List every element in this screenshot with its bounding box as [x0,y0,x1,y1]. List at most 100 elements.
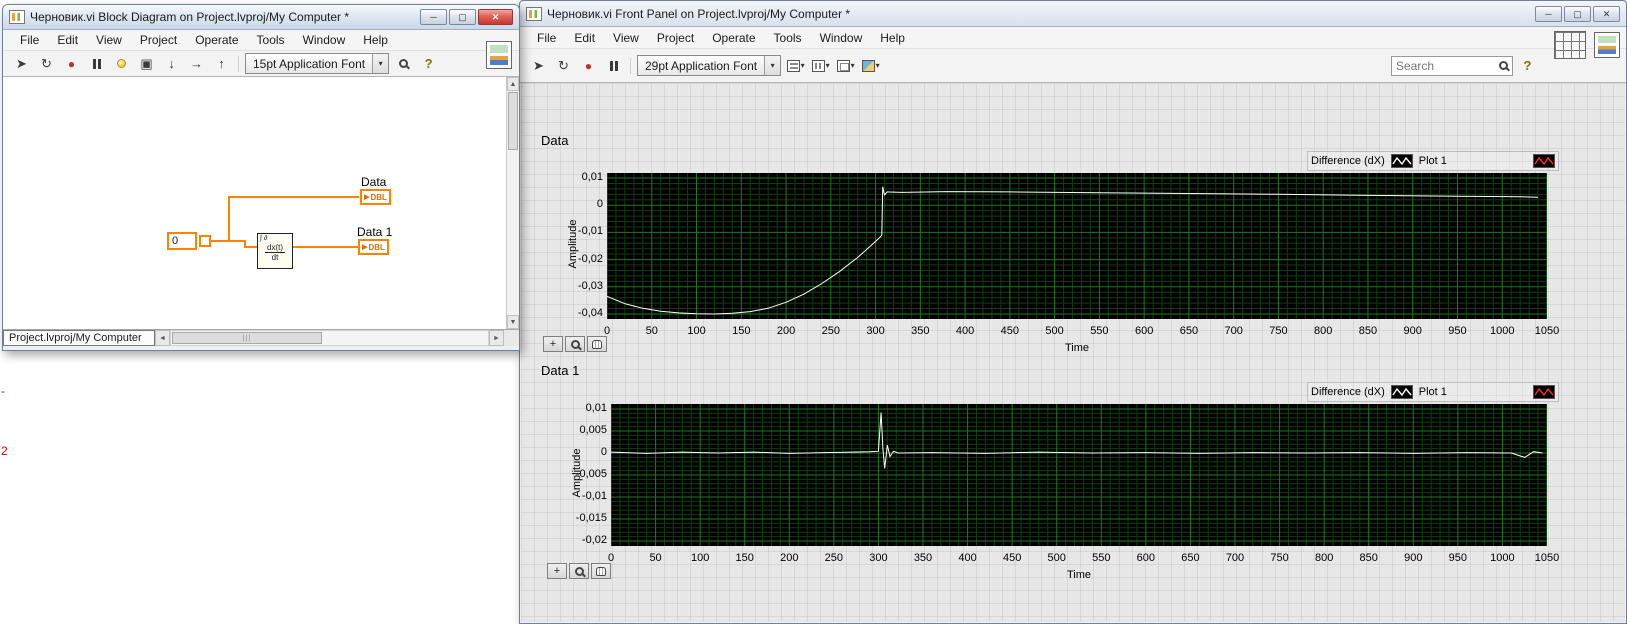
graph-zoom-button[interactable] [565,336,585,352]
menu-view[interactable]: View [87,33,131,47]
align-objects-button[interactable]: ▾ [785,55,806,76]
menu-edit[interactable]: Edit [565,31,604,45]
minimize-button[interactable]: ─ [420,9,447,25]
y-tick-label: -0,015 [575,512,607,524]
x-tick-label: 500 [1047,552,1066,564]
front-panel-titlebar[interactable]: Черновик.vi Front Panel on Project.lvpro… [520,1,1626,27]
font-selector[interactable]: 15pt Application Font ▾ [245,53,390,74]
constant-increment-box[interactable] [199,235,211,247]
menu-operate[interactable]: Operate [186,33,247,47]
pause-button[interactable] [603,55,624,76]
legend-plot-sample[interactable] [1533,385,1555,399]
align-objects-icon [786,59,800,72]
indicator-label-data[interactable]: Data [361,175,386,189]
menu-operate[interactable]: Operate [703,31,764,45]
step-out-button[interactable]: ↑ [211,53,232,74]
resize-objects-button[interactable]: ▾ [835,55,856,76]
search-button[interactable] [393,53,414,74]
x-tick-label: 300 [866,325,885,337]
scroll-left-button[interactable]: ◄ [155,330,170,346]
plot-legend[interactable]: Difference (dX) Plot 1 [1307,382,1559,402]
vi-icon-large[interactable] [486,41,512,69]
menu-window[interactable]: Window [294,33,355,47]
legend-plot-sample[interactable] [1390,154,1413,168]
run-continuous-button[interactable]: ↻ [36,53,57,74]
maximize-button[interactable]: ▢ [1564,5,1591,22]
scroll-right-button[interactable]: ► [489,330,504,346]
menu-window[interactable]: Window [811,31,872,45]
menu-help[interactable]: Help [871,31,914,45]
distribute-objects-button[interactable]: ▾ [810,55,831,76]
menu-view[interactable]: View [604,31,648,45]
horizontal-scroll-thumb[interactable]: ||| [172,332,322,344]
reorder-objects-button[interactable]: ▾ [860,55,881,76]
step-over-button[interactable]: → [186,53,207,74]
highlight-execution-button[interactable] [111,53,132,74]
numeric-constant[interactable]: 0 [167,232,197,250]
run-button[interactable]: ➤ [11,53,32,74]
close-button[interactable]: ✕ [1593,5,1620,22]
graph-pan-button[interactable] [591,563,611,579]
run-continuous-button[interactable]: ↻ [553,55,574,76]
retain-wire-values-button[interactable]: ▣ [136,53,157,74]
vertical-scroll-thumb[interactable] [508,92,518,150]
legend-plot-sample[interactable] [1533,154,1555,168]
menu-edit[interactable]: Edit [48,33,87,47]
menu-file[interactable]: File [11,33,48,47]
menu-tools[interactable]: Tools [765,31,811,45]
pause-button[interactable] [86,53,107,74]
vi-icon-large[interactable] [1594,32,1620,58]
data-indicator-terminal[interactable]: ▶ DBL [360,189,391,205]
help-button[interactable]: ? [418,53,439,74]
abort-button[interactable]: ● [578,55,599,76]
font-selector-label: 29pt Application Font [645,58,758,73]
menu-project[interactable]: Project [648,31,703,45]
search-icon [399,59,409,68]
x-tick-label: 1000 [1490,552,1515,564]
close-button[interactable]: ✕ [478,9,513,25]
search-input[interactable] [1396,58,1496,73]
block-diagram-area[interactable]: 0 ∫ ∂ dx(t) dt Data ▶ DBL Data 1 ▶ DBL [3,77,506,329]
derivative-node[interactable]: ∫ ∂ dx(t) dt [257,233,293,269]
horizontal-scrollbar[interactable]: ||| [170,330,489,346]
pause-icon [92,58,96,69]
data1-indicator-terminal[interactable]: ▶ DBL [358,239,389,255]
maximize-button[interactable]: ▢ [449,9,476,25]
x-tick-label: 350 [911,325,930,337]
x-tick-label: 550 [1092,552,1111,564]
minimize-button[interactable]: ─ [1535,5,1562,22]
vertical-scrollbar[interactable]: ▲ ▼ [506,77,519,329]
step-into-button[interactable]: ↓ [161,53,182,74]
x-tick-label: 50 [649,552,662,564]
project-tab[interactable]: Project.lvproj/My Computer [3,330,155,346]
x-tick-label: 550 [1090,325,1109,337]
connector-pane-icon[interactable] [1554,31,1586,59]
menu-file[interactable]: File [528,31,565,45]
menu-tools[interactable]: Tools [248,33,294,47]
indicator-label-data1[interactable]: Data 1 [357,225,392,239]
y-axis-title: Amplitude [571,448,583,498]
menu-project[interactable]: Project [131,33,186,47]
search-box[interactable] [1391,55,1513,76]
scroll-down-button[interactable]: ▼ [507,315,519,329]
scroll-up-button[interactable]: ▲ [507,77,519,91]
x-tick-label: 500 [1045,325,1064,337]
plot-legend[interactable]: Difference (dX) Plot 1 [1307,151,1559,171]
graph-pan-button[interactable] [587,336,607,352]
block-diagram-window: Черновик.vi Block Diagram on Project.lvp… [2,4,520,351]
chart-group-0: Data Difference (dX) Plot 1 0 50 100 150 200… [521,133,1581,368]
abort-button[interactable]: ● [61,53,82,74]
run-button[interactable]: ➤ [528,55,549,76]
legend-plot-sample[interactable] [1390,385,1413,399]
graph-cursor-button[interactable]: + [543,336,563,352]
font-selector[interactable]: 29pt Application Font ▾ [637,55,782,76]
menu-help[interactable]: Help [354,33,397,47]
block-diagram-titlebar[interactable]: Черновик.vi Block Diagram on Project.lvp… [3,5,519,30]
plot-area[interactable] [611,404,1547,546]
graph-zoom-button[interactable] [569,563,589,579]
legend-entry-label: Plot 1 [1418,386,1447,398]
graph-cursor-button[interactable]: + [547,563,567,579]
screen-artifact: - [1,384,5,398]
help-button[interactable]: ? [1517,55,1538,76]
plot-area[interactable] [607,173,1547,319]
